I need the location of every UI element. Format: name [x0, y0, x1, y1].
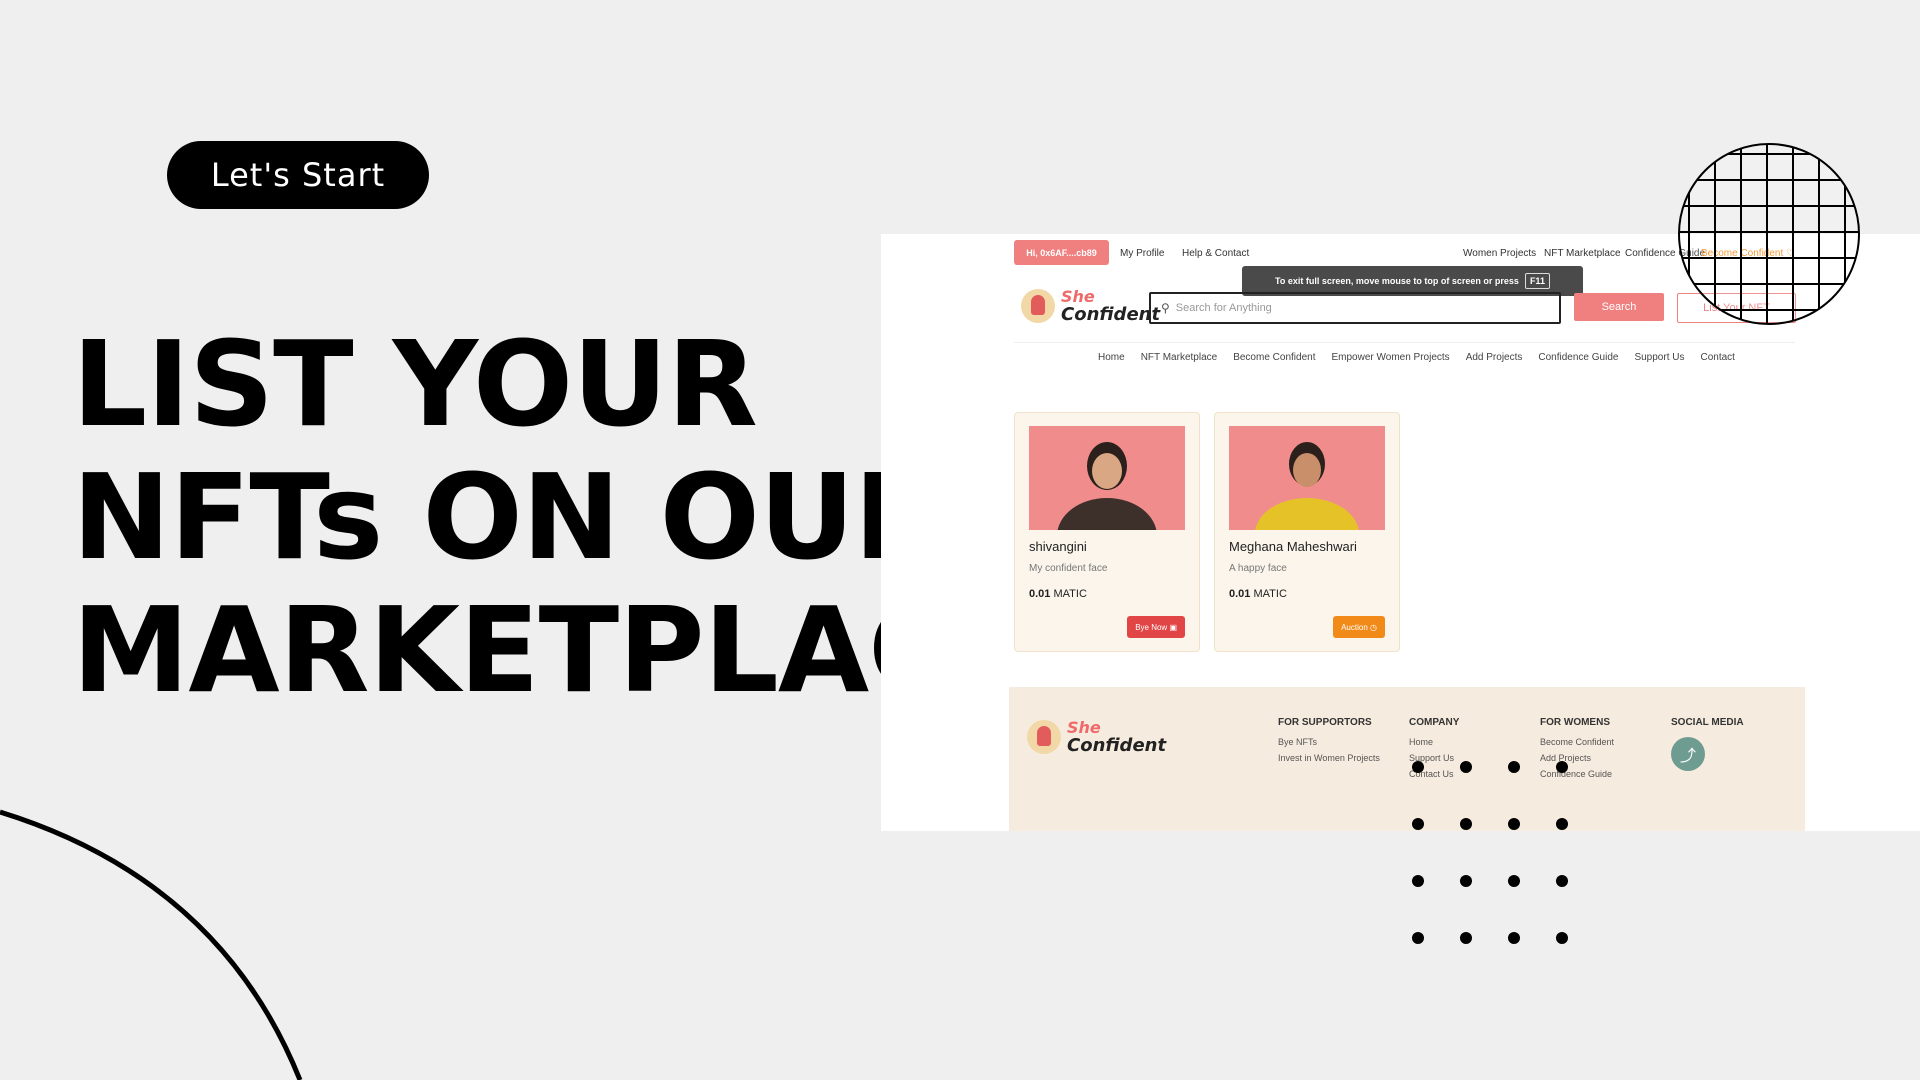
nft-name: shivangini: [1029, 539, 1087, 554]
nav-add-projects[interactable]: Add Projects: [1466, 352, 1523, 363]
footer-link[interactable]: Home: [1409, 737, 1459, 747]
auction-button[interactable]: Auction ◷: [1333, 616, 1385, 638]
buy-now-label: Bye Now: [1135, 622, 1168, 632]
footer-logo[interactable]: She Confident: [1027, 719, 1166, 755]
nav-empower-women-projects[interactable]: Empower Women Projects: [1331, 352, 1449, 363]
nft-description: A happy face: [1229, 563, 1287, 574]
top-link-women-projects[interactable]: Women Projects: [1463, 248, 1536, 259]
footer-col-supporters: FOR SUPPORTORS Bye NFTs Invest in Women …: [1278, 717, 1380, 769]
search-button[interactable]: Search: [1574, 293, 1664, 321]
wallet-badge[interactable]: Hi, 0x6AF....cb89: [1014, 240, 1109, 265]
nft-price: 0.01 MATIC: [1029, 588, 1087, 600]
site-logo[interactable]: She Confident: [1021, 288, 1160, 324]
bag-icon: ▣: [1169, 622, 1177, 632]
price-currency: MATIC: [1253, 588, 1287, 600]
main-nav: Home NFT Marketplace Become Confident Em…: [1098, 352, 1735, 363]
footer-heading: COMPANY: [1409, 717, 1460, 728]
nav-nft-marketplace[interactable]: NFT Marketplace: [1141, 352, 1218, 363]
dot-grid-decoration: [1412, 761, 1568, 944]
nft-card[interactable]: shivangini My confident face 0.01 MATIC …: [1014, 412, 1200, 652]
site-footer: She Confident FOR SUPPORTORS Bye NFTs In…: [1009, 687, 1805, 831]
top-link-my-profile[interactable]: My Profile: [1120, 248, 1164, 259]
footer-heading: FOR WOMENS: [1540, 717, 1610, 728]
price-value: 0.01: [1029, 588, 1051, 600]
footer-heading: FOR SUPPORTORS: [1278, 717, 1372, 728]
nft-photo: [1029, 426, 1185, 530]
footer-col-social: SOCIAL MEDIA: [1671, 717, 1744, 737]
logo-confident: Confident: [1067, 735, 1167, 756]
footer-heading: SOCIAL MEDIA: [1671, 717, 1744, 728]
lets-start-pill[interactable]: Let's Start: [167, 141, 429, 209]
top-link-help-contact[interactable]: Help & Contact: [1182, 248, 1249, 259]
nav-confidence-guide[interactable]: Confidence Guide: [1538, 352, 1618, 363]
decorative-arc: [0, 809, 303, 1080]
nft-name: Meghana Maheshwari: [1229, 539, 1357, 554]
search-icon: ⚲: [1161, 301, 1170, 315]
price-currency: MATIC: [1053, 588, 1087, 600]
nav-support-us[interactable]: Support Us: [1634, 352, 1684, 363]
top-link-nft-marketplace[interactable]: NFT Marketplace: [1544, 248, 1621, 259]
buy-now-button[interactable]: Bye Now ▣: [1127, 616, 1185, 638]
footer-link[interactable]: Bye NFTs: [1278, 737, 1380, 747]
nav-home[interactable]: Home: [1098, 352, 1125, 363]
footer-link[interactable]: Become Confident: [1540, 737, 1614, 747]
price-value: 0.01: [1229, 588, 1251, 600]
nft-description: My confident face: [1029, 563, 1108, 574]
search-input[interactable]: ⚲ Search for Anything: [1149, 292, 1561, 324]
nav-contact[interactable]: Contact: [1700, 352, 1734, 363]
share-icon[interactable]: ⤴: [1671, 737, 1705, 771]
clock-icon: ◷: [1370, 622, 1377, 632]
search-placeholder: Search for Anything: [1175, 302, 1272, 314]
logo-confident: Confident: [1061, 304, 1161, 325]
auction-label: Auction: [1341, 622, 1368, 632]
nft-card[interactable]: Meghana Maheshwari A happy face 0.01 MAT…: [1214, 412, 1400, 652]
fullscreen-tip-text: To exit full screen, move mouse to top o…: [1275, 276, 1519, 286]
grid-circle-decoration: [1678, 143, 1860, 325]
mascot-logo-icon: [1021, 289, 1055, 323]
f11-key: F11: [1524, 273, 1550, 289]
mascot-logo-icon: [1027, 720, 1061, 754]
nft-photo: [1229, 426, 1385, 530]
nav-become-confident[interactable]: Become Confident: [1233, 352, 1315, 363]
footer-link[interactable]: Invest in Women Projects: [1278, 753, 1380, 763]
nft-price: 0.01 MATIC: [1229, 588, 1287, 600]
divider: [1014, 342, 1795, 343]
